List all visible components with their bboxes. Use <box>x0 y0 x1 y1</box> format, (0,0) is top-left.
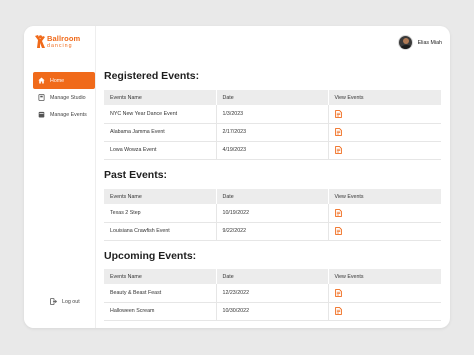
table-header-row: Events Name Date View Events <box>104 90 441 105</box>
column-header-date[interactable]: Date <box>216 90 329 105</box>
past-events-table: Events Name Date View Events Texas 2 Ste… <box>104 189 441 241</box>
column-header-events-name[interactable]: Events Name <box>104 90 217 105</box>
user-name: Elias Miah <box>417 39 442 46</box>
column-header-view-events[interactable]: View Events <box>328 90 441 105</box>
column-header-view-events[interactable]: View Events <box>328 269 441 284</box>
view-event-cell <box>328 123 441 142</box>
sidebar-item-manage-studio[interactable]: Manage Studio <box>33 89 95 106</box>
upcoming-events-table: Events Name Date View Events Beauty & Be… <box>104 269 441 321</box>
past-events-title: Past Events: <box>104 169 168 181</box>
event-name-cell: Louisiana Crawfish Event <box>104 222 217 241</box>
table-row: Beauty & Beast Feast 12/23/2022 <box>104 284 441 303</box>
event-date-cell: 12/23/2022 <box>216 284 329 303</box>
app-window: Ballroom dancing Home Manage Studio Mana… <box>24 26 450 328</box>
event-name-cell: NYC New Year Dance Event <box>104 105 217 124</box>
document-icon[interactable] <box>334 227 342 235</box>
document-icon[interactable] <box>334 109 342 118</box>
table-row: Texas 2 Step 10/19/2022 <box>104 204 441 223</box>
table-row: NYC New Year Dance Event 1/3/2023 <box>104 105 441 124</box>
column-header-events-name[interactable]: Events Name <box>104 189 217 204</box>
document-icon[interactable] <box>334 146 342 154</box>
document-icon[interactable] <box>334 208 342 217</box>
brand-name: Ballroom <box>47 34 81 43</box>
avatar[interactable] <box>397 35 413 50</box>
table-header-row: Events Name Date View Events <box>104 189 441 204</box>
studio-icon <box>38 94 45 101</box>
home-icon <box>38 77 45 84</box>
document-icon[interactable] <box>334 128 342 136</box>
column-header-date[interactable]: Date <box>216 189 329 204</box>
sidebar-item-label: Manage Studio <box>50 94 86 101</box>
column-header-events-name[interactable]: Events Name <box>104 269 217 284</box>
event-name-cell: Alabama Jamma Event <box>104 123 217 142</box>
column-header-date[interactable]: Date <box>216 269 329 284</box>
table-row: Louisiana Crawfish Event 9/22/2022 <box>104 222 441 241</box>
user-profile[interactable]: Elias Miah <box>397 35 442 50</box>
table-row: Halloween Scream 10/30/2022 <box>104 302 441 321</box>
logout-button[interactable]: Log out <box>50 298 80 305</box>
sidebar-item-manage-events[interactable]: Manage Events <box>33 106 95 123</box>
event-name-cell: Halloween Scream <box>104 302 217 321</box>
event-date-cell: 4/19/2023 <box>216 141 329 160</box>
document-icon[interactable] <box>334 307 342 315</box>
sidebar: Ballroom dancing Home Manage Studio Mana… <box>24 26 96 328</box>
table-row: Lowa Wowza Event 4/19/2023 <box>104 141 441 160</box>
event-name-cell: Beauty & Beast Feast <box>104 284 217 303</box>
event-date-cell: 10/30/2022 <box>216 302 329 321</box>
events-icon <box>38 111 45 118</box>
dancer-logo-icon <box>35 35 45 48</box>
registered-events-table: Events Name Date View Events NYC New Yea… <box>104 90 441 160</box>
event-date-cell: 10/19/2022 <box>216 204 329 223</box>
sidebar-item-label: Home <box>50 77 65 84</box>
sidebar-item-home[interactable]: Home <box>33 72 95 89</box>
column-header-view-events[interactable]: View Events <box>328 189 441 204</box>
logout-label: Log out <box>62 298 80 305</box>
sidebar-item-label: Manage Events <box>50 111 87 118</box>
logout-icon <box>50 298 57 305</box>
table-row: Alabama Jamma Event 2/17/2023 <box>104 123 441 142</box>
view-event-cell <box>328 302 441 321</box>
view-event-cell <box>328 141 441 160</box>
view-event-cell <box>328 204 441 223</box>
view-event-cell <box>328 222 441 241</box>
view-event-cell <box>328 284 441 303</box>
event-name-cell: Lowa Wowza Event <box>104 141 217 160</box>
table-header-row: Events Name Date View Events <box>104 269 441 284</box>
event-name-cell: Texas 2 Step <box>104 204 217 223</box>
view-event-cell <box>328 105 441 124</box>
document-icon[interactable] <box>334 288 342 297</box>
brand-logo[interactable]: Ballroom dancing <box>33 34 93 52</box>
registered-events-title: Registered Events: <box>104 70 200 82</box>
event-date-cell: 9/22/2022 <box>216 222 329 241</box>
sidebar-nav: Home Manage Studio Manage Events <box>33 72 95 123</box>
event-date-cell: 1/3/2023 <box>216 105 329 124</box>
brand-tagline: dancing <box>47 43 73 49</box>
event-date-cell: 2/17/2023 <box>216 123 329 142</box>
upcoming-events-title: Upcoming Events: <box>104 250 197 262</box>
